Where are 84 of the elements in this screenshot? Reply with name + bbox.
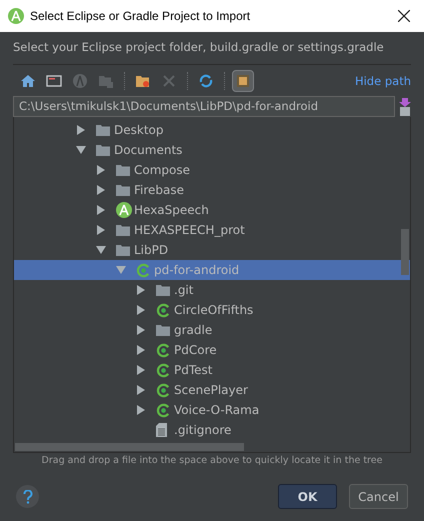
expand-arrow-icon[interactable] xyxy=(136,325,146,336)
expand-arrow-icon[interactable] xyxy=(136,385,146,396)
tree-item[interactable]: Desktop xyxy=(14,120,410,140)
folder-icon xyxy=(98,73,114,90)
help-button[interactable] xyxy=(16,485,39,508)
tree-item[interactable]: HexaSpeech xyxy=(14,200,410,220)
tree-item-label: pd-for-android xyxy=(154,262,240,280)
instruction-text: Select your Eclipse project folder, build.gradle or settings.gradle xyxy=(13,39,411,66)
folder-icon xyxy=(96,124,110,136)
tree-item[interactable]: LibPD xyxy=(14,240,410,260)
tree-item-label: Desktop xyxy=(114,122,164,140)
tree-item-label: .gitignore xyxy=(174,422,232,440)
expand-arrow-icon[interactable] xyxy=(136,305,146,316)
android-icon xyxy=(72,73,88,90)
tree-item[interactable]: PdTest xyxy=(14,360,410,380)
tree-item[interactable]: gradle xyxy=(14,320,410,340)
tree-item-label: Voice-O-Rama xyxy=(174,402,260,420)
tree-item-label: Compose xyxy=(134,162,190,180)
refresh-icon xyxy=(198,73,214,90)
tree-item-label: Documents xyxy=(114,142,182,160)
folder-icon xyxy=(96,144,110,156)
tree-item[interactable]: ScenePlayer xyxy=(14,380,410,400)
tree-item-label: PdTest xyxy=(174,362,212,380)
tree-item-label: HEXASPEECH_prot xyxy=(134,222,245,240)
horizontal-scrollbar[interactable] xyxy=(15,443,244,452)
tree-item[interactable]: .git xyxy=(14,280,410,300)
expand-arrow-icon[interactable] xyxy=(136,285,146,296)
folder-icon xyxy=(116,224,130,236)
expand-arrow-icon[interactable] xyxy=(136,405,146,416)
collapse-arrow-icon[interactable] xyxy=(76,145,86,156)
home-icon xyxy=(20,73,36,90)
module-icon xyxy=(156,402,171,418)
folder-icon xyxy=(116,244,130,256)
android-icon xyxy=(8,8,24,24)
module-icon xyxy=(156,362,171,378)
tree-item[interactable]: Documents xyxy=(14,140,410,160)
tree-item-label: LibPD xyxy=(134,242,168,260)
help-icon xyxy=(22,490,32,504)
folder-icon xyxy=(116,164,130,176)
tree-item-label: PdCore xyxy=(174,342,217,360)
module-icon xyxy=(156,382,171,398)
delete-icon xyxy=(161,73,177,90)
tree-item-label: .git xyxy=(174,282,194,300)
expand-arrow-icon[interactable] xyxy=(96,225,106,236)
path-field[interactable]: C:\Users\tmikulsk1\Documents\LibPD\pd-for-android xyxy=(13,96,395,118)
folder-icon xyxy=(156,284,170,296)
expand-arrow-icon[interactable] xyxy=(96,205,106,216)
expand-arrow-icon[interactable] xyxy=(136,365,146,376)
file-icon xyxy=(156,423,167,438)
tree-item[interactable]: PdCore xyxy=(14,340,410,360)
expand-arrow-icon[interactable] xyxy=(96,185,106,196)
collapse-arrow-icon[interactable] xyxy=(96,245,106,256)
vertical-scrollbar[interactable] xyxy=(401,229,409,276)
expand-arrow-icon[interactable] xyxy=(76,125,86,136)
expand-arrow-icon[interactable] xyxy=(96,165,106,176)
window-title: Select Eclipse or Gradle Project to Import xyxy=(30,8,250,25)
tree-item[interactable]: .gitignore xyxy=(14,420,410,440)
tree-item-label: ScenePlayer xyxy=(174,382,248,400)
hint-text: Drag and drop a file into the space above to quickly locate it in the tree xyxy=(40,454,384,468)
tree-item[interactable]: Voice-O-Rama xyxy=(14,400,410,420)
module-icon xyxy=(156,342,171,358)
expand-arrow-icon[interactable] xyxy=(136,345,146,356)
window-icon xyxy=(46,73,62,90)
module-icon xyxy=(156,302,171,318)
new-folder-icon xyxy=(135,73,151,90)
tree-item[interactable]: HEXASPEECH_prot xyxy=(14,220,410,240)
show-hidden-button[interactable] xyxy=(232,70,254,92)
folder-icon xyxy=(116,184,130,196)
tree-item-label: Firebase xyxy=(134,182,184,200)
tree-item-label: HexaSpeech xyxy=(134,202,209,220)
tree-item-label: gradle xyxy=(174,322,212,340)
download-icon[interactable] xyxy=(399,98,411,116)
android-icon xyxy=(116,202,132,218)
tree-item[interactable]: CircleOfFifths xyxy=(14,300,410,320)
close-icon xyxy=(398,10,410,22)
show-hidden-icon xyxy=(235,73,251,90)
cancel-button[interactable]: Cancel xyxy=(349,484,408,509)
tree-item-label: CircleOfFifths xyxy=(174,302,254,320)
module-icon xyxy=(136,262,151,278)
ok-button[interactable]: OK xyxy=(278,484,337,509)
folder-icon xyxy=(156,324,170,336)
tree-item[interactable]: Compose xyxy=(14,160,410,180)
tree-item[interactable]: Firebase xyxy=(14,180,410,200)
hide-path-link[interactable]: Hide path xyxy=(354,72,411,90)
